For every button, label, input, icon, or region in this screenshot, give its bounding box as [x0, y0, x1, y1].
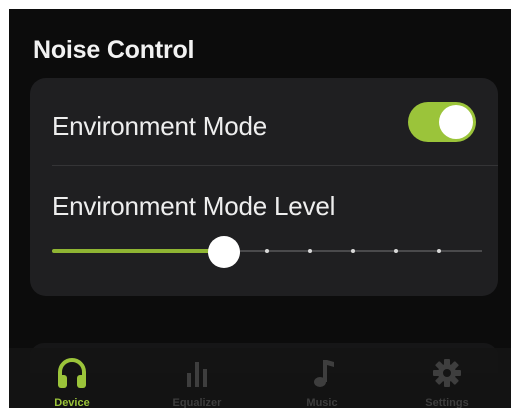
toggle-knob	[439, 105, 473, 139]
noise-control-card: Environment Mode Environment Mode Level	[30, 78, 498, 296]
noise-control-screen: Noise Control Environment Mode Environme…	[9, 9, 511, 408]
environment-mode-toggle[interactable]	[408, 102, 476, 142]
slider-tick	[308, 249, 312, 253]
slider-thumb[interactable]	[208, 236, 240, 268]
tab-label-device: Device	[54, 397, 90, 408]
slider-tick	[394, 249, 398, 253]
headphones-icon	[58, 358, 86, 388]
slider-fill	[52, 249, 224, 253]
row-divider	[52, 165, 498, 166]
slider-tick	[437, 249, 441, 253]
tab-label-settings: Settings	[425, 397, 469, 408]
tab-label-equalizer: Equalizer	[172, 397, 222, 408]
environment-mode-label: Environment Mode	[52, 111, 268, 141]
tab-settings[interactable]: Settings	[384, 348, 510, 408]
music-note-icon	[314, 360, 334, 387]
tab-music[interactable]: Music	[259, 348, 385, 408]
environment-level-slider[interactable]	[52, 236, 482, 268]
tab-device[interactable]: Device	[9, 348, 135, 408]
environment-level-label: Environment Mode Level	[52, 191, 336, 221]
equalizer-icon	[187, 362, 207, 387]
slider-tick	[351, 249, 355, 253]
tab-equalizer[interactable]: Equalizer	[134, 348, 260, 408]
tab-bar: Device Equalizer Music Settings	[9, 348, 511, 408]
gear-icon	[433, 359, 461, 387]
section-title: Noise Control	[33, 36, 195, 64]
slider-tick	[265, 249, 269, 253]
tab-label-music: Music	[306, 397, 338, 408]
